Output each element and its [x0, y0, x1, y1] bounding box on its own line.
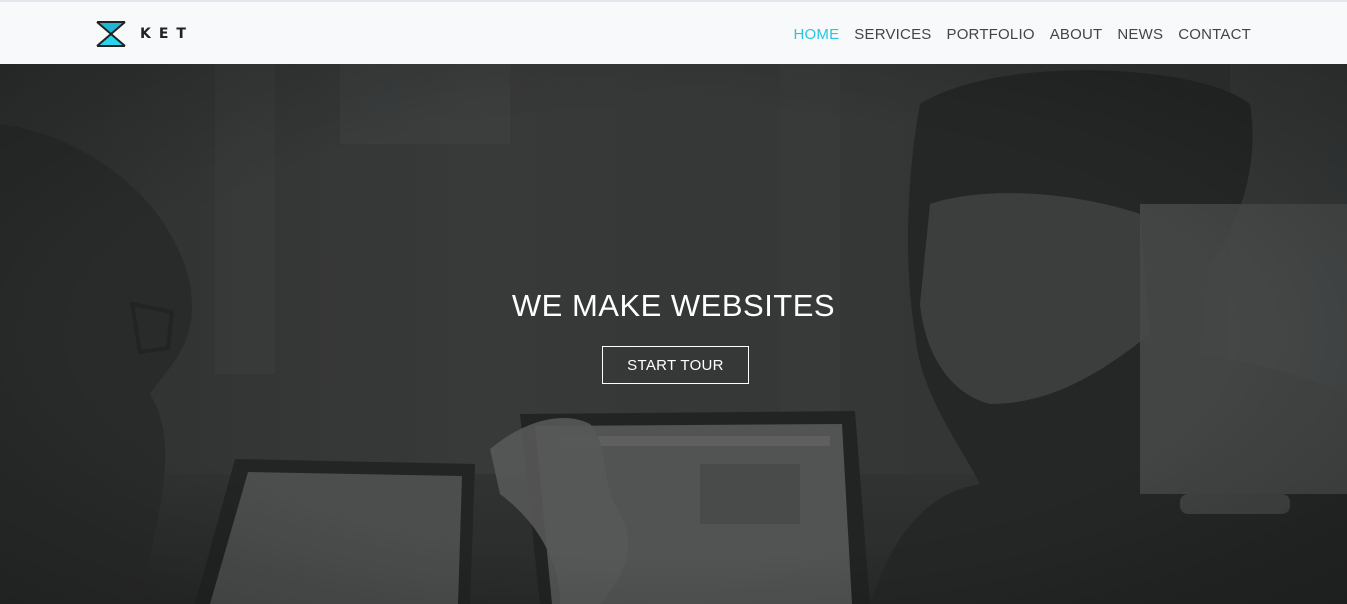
nav-item-contact[interactable]: CONTACT — [1178, 26, 1251, 43]
brand-name: KET — [140, 26, 194, 42]
nav-item-portfolio[interactable]: PORTFOLIO — [946, 26, 1034, 43]
page: KET HOME SERVICES PORTFOLIO ABOUT NEWS C… — [0, 0, 1347, 604]
hero-background-image — [0, 64, 1347, 604]
hero-title: WE MAKE WEBSITES — [511, 288, 836, 323]
hero-section: WE MAKE WEBSITES START TOUR — [0, 64, 1347, 604]
main-nav: HOME SERVICES PORTFOLIO ABOUT NEWS CONTA… — [778, 2, 1251, 66]
top-navbar: KET HOME SERVICES PORTFOLIO ABOUT NEWS C… — [0, 0, 1347, 64]
logo-icon — [96, 21, 126, 47]
nav-item-news[interactable]: NEWS — [1117, 26, 1163, 43]
brand[interactable]: KET — [96, 20, 194, 48]
nav-item-home[interactable]: HOME — [793, 26, 839, 43]
nav-item-about[interactable]: ABOUT — [1050, 26, 1103, 43]
nav-item-services[interactable]: SERVICES — [854, 26, 931, 43]
start-tour-button[interactable]: START TOUR — [602, 346, 749, 384]
